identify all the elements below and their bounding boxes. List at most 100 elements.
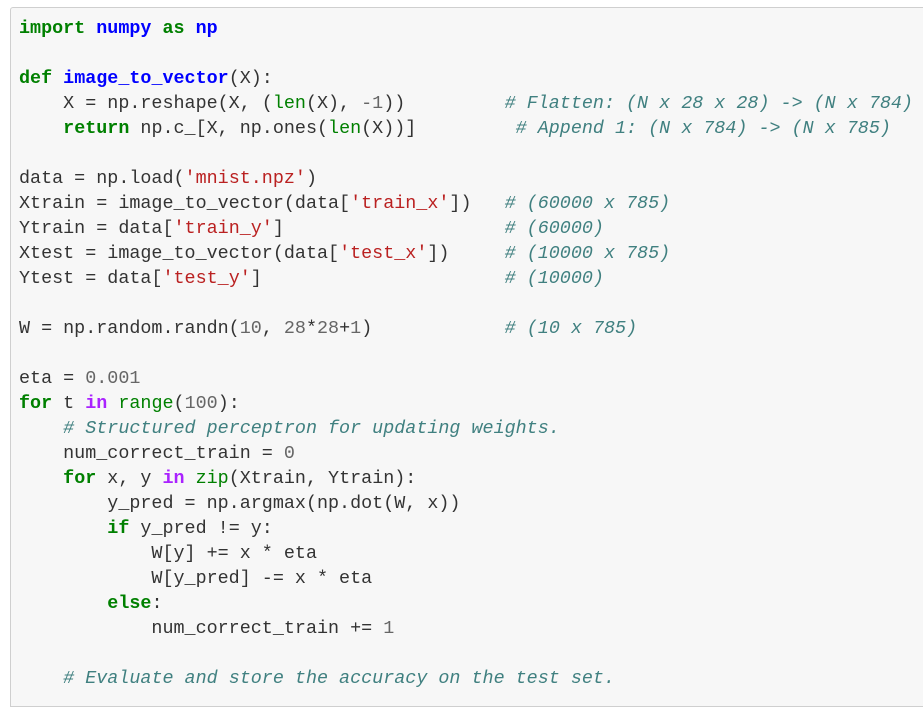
code-text: num_correct_train += xyxy=(19,618,384,639)
comment-token: # (60000) xyxy=(504,218,604,239)
number-token: 28 xyxy=(317,318,340,339)
code-text: eta = xyxy=(19,368,86,389)
comment-token: # Append 1: (N x 784) -> (N x 785) xyxy=(515,118,891,139)
code-line: # Structured perceptron for updating wei… xyxy=(19,416,913,441)
code-line: X = np.reshape(X, (len(X), -1)) # Flatte… xyxy=(19,91,913,116)
name-token: numpy xyxy=(96,18,152,39)
code-line: W = np.random.randn(10, 28*28+1) # (10 x… xyxy=(19,316,913,341)
code-line: data = np.load('mnist.npz') xyxy=(19,166,913,191)
builtin-token: len xyxy=(328,118,362,139)
code-line: # Evaluate and store the accuracy on the… xyxy=(19,666,913,691)
builtin-token: range xyxy=(118,393,174,414)
code-line: Ytest = data['test_y'] # (10000) xyxy=(19,266,913,291)
code-line: num_correct_train += 1 xyxy=(19,616,913,641)
code-line: num_correct_train = 0 xyxy=(19,441,913,466)
code-line: Xtest = image_to_vector(data['test_x']) … xyxy=(19,241,913,266)
code-line: W[y] += x * eta xyxy=(19,541,913,566)
code-line: for x, y in zip(Xtrain, Ytrain): xyxy=(19,466,913,491)
code-cell[interactable]: import numpy as np def image_to_vector(X… xyxy=(10,7,923,707)
code-text: )) xyxy=(383,93,505,114)
keyword-token: if xyxy=(107,518,130,539)
string-token: 'train_y' xyxy=(173,218,273,239)
keyword-token: import xyxy=(19,18,86,39)
number-token: 0.001 xyxy=(85,368,141,389)
keyword-token: def xyxy=(19,68,53,89)
code-text: X = np.reshape(X, ( xyxy=(19,93,273,114)
comment-token: # (10000 x 785) xyxy=(504,243,671,264)
code-text: ]) xyxy=(449,193,505,214)
number-token: 0 xyxy=(283,443,295,464)
code-text: (X): xyxy=(228,68,273,89)
code-text: W[y_pred] -= x * eta xyxy=(19,568,373,589)
number-token: 28 xyxy=(283,318,306,339)
string-token: 'train_x' xyxy=(350,193,450,214)
code-text: ]) xyxy=(427,243,505,264)
code-text: W = np.random.randn( xyxy=(19,318,240,339)
number-token: 1 xyxy=(383,618,395,639)
comment-token: # (10 x 785) xyxy=(504,318,638,339)
keyword-token: for xyxy=(19,393,53,414)
code-text: ): xyxy=(217,393,240,414)
code-line: for t in range(100): xyxy=(19,391,913,416)
code-text: ) xyxy=(361,318,505,339)
code-text: W[y] += x * eta xyxy=(19,543,317,564)
code-line: y_pred = np.argmax(np.dot(W, x)) xyxy=(19,491,913,516)
comment-token: # Evaluate and store the accuracy on the… xyxy=(63,668,615,689)
code-text: ( xyxy=(173,393,185,414)
builtin-token: len xyxy=(272,93,306,114)
code-line: if y_pred != y: xyxy=(19,516,913,541)
comment-token: # Flatten: (N x 28 x 28) -> (N x 784) xyxy=(504,93,913,114)
code-line: Xtrain = image_to_vector(data['train_x']… xyxy=(19,191,913,216)
code-text: t xyxy=(52,393,86,414)
code-text: * xyxy=(305,318,318,339)
code-editor[interactable]: import numpy as np def image_to_vector(X… xyxy=(19,16,913,691)
keyword-token: as xyxy=(162,18,185,39)
code-line: eta = 0.001 xyxy=(19,366,913,391)
comment-token: # (10000) xyxy=(504,268,604,289)
code-text: data = np.load( xyxy=(19,168,185,189)
code-text: : xyxy=(151,593,163,614)
keyword-token: return xyxy=(63,118,130,139)
code-text: + xyxy=(339,318,351,339)
operator-keyword-token: in xyxy=(162,468,185,489)
name-token: np xyxy=(195,18,218,39)
code-text: (Xtrain, Ytrain): xyxy=(228,468,417,489)
number-token: 10 xyxy=(239,318,262,339)
code-text: ) xyxy=(305,168,317,189)
code-line: import numpy as np xyxy=(19,16,913,41)
number-token: -1 xyxy=(361,93,384,114)
comment-token: # (60000 x 785) xyxy=(504,193,671,214)
code-text: ] xyxy=(272,218,505,239)
string-token: 'mnist.npz' xyxy=(184,168,306,189)
builtin-token: zip xyxy=(195,468,229,489)
code-text: x, y xyxy=(96,468,163,489)
code-text: (X), xyxy=(305,93,362,114)
code-text: (X))] xyxy=(361,118,516,139)
number-token: 1 xyxy=(350,318,362,339)
code-line: return np.c_[X, np.ones(len(X))] # Appen… xyxy=(19,116,913,141)
code-text: Ytest = data[ xyxy=(19,268,163,289)
code-line: else: xyxy=(19,591,913,616)
string-token: 'test_x' xyxy=(339,243,428,264)
string-token: 'test_y' xyxy=(162,268,251,289)
comment-token: # Structured perceptron for updating wei… xyxy=(63,418,560,439)
code-line: def image_to_vector(X): xyxy=(19,66,913,91)
code-text: y_pred = np.argmax(np.dot(W, x)) xyxy=(19,493,461,514)
operator-keyword-token: in xyxy=(85,393,108,414)
code-line: W[y_pred] -= x * eta xyxy=(19,566,913,591)
code-line: Ytrain = data['train_y'] # (60000) xyxy=(19,216,913,241)
